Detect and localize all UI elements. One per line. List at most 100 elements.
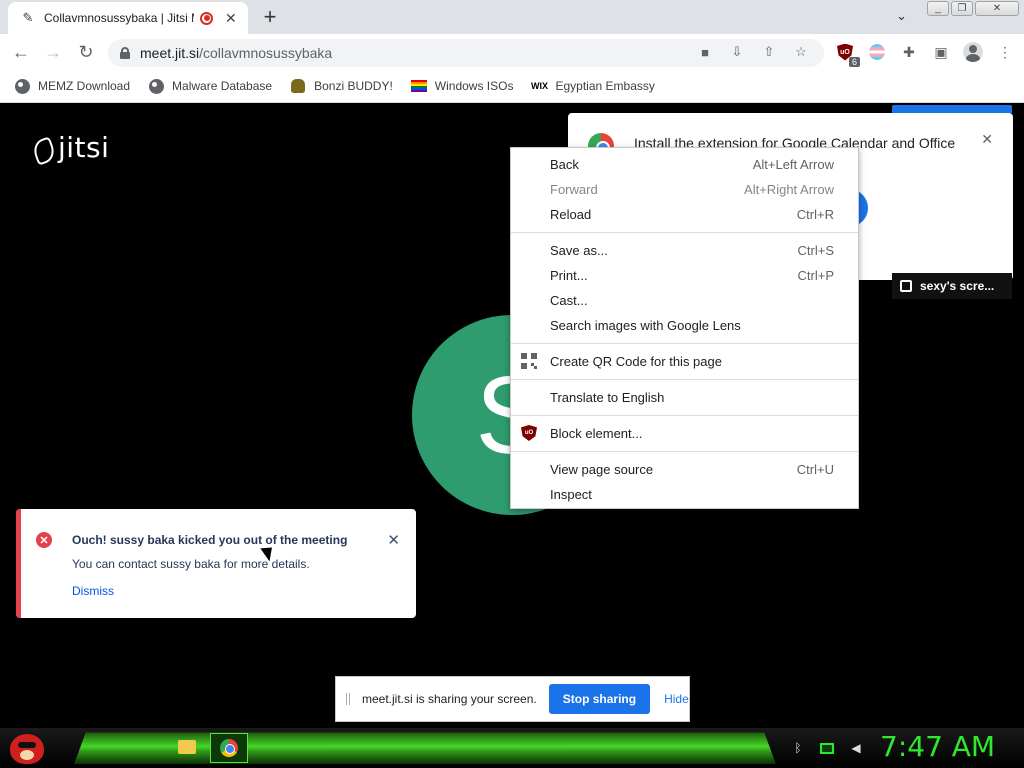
ctx-inspect[interactable]: Inspect — [511, 482, 858, 507]
ctx-shortcut: Ctrl+U — [796, 462, 834, 477]
close-window-button[interactable]: ✕ — [975, 1, 1019, 16]
address-bar[interactable]: meet.jit.si/collavmnosussybaka ■ ⇩ ⇧ ☆ — [108, 39, 824, 67]
chrome-icon — [220, 739, 238, 757]
ctx-reload[interactable]: Reload Ctrl+R — [511, 202, 858, 227]
profile-avatar-icon[interactable] — [962, 41, 984, 63]
screen-share-name: sexy's scre... — [920, 279, 995, 293]
trans-flag-extension-icon[interactable] — [866, 41, 888, 63]
ctx-shortcut: Ctrl+S — [797, 243, 834, 258]
chrome-menu-icon[interactable]: ⋮ — [994, 41, 1016, 63]
globe-icon — [148, 78, 164, 94]
ublock-extension-icon[interactable]: uO 6 — [834, 41, 860, 67]
ublock-badge: 6 — [848, 57, 860, 67]
back-arrow-icon[interactable]: ← — [10, 41, 32, 63]
bluetooth-icon[interactable]: ᛒ — [790, 740, 806, 756]
dismiss-link[interactable]: Dismiss — [72, 584, 114, 598]
ctx-label: Inspect — [550, 487, 592, 502]
bookmark-label: Egyptian Embassy — [555, 79, 655, 93]
kicked-notification: ✕ Ouch! sussy baka kicked you out of the… — [16, 509, 416, 618]
minimize-window-button[interactable]: _ — [927, 1, 949, 16]
stop-sharing-button[interactable]: Stop sharing — [548, 684, 651, 714]
ctx-shortcut: Alt+Left Arrow — [752, 157, 834, 172]
taskbar: ᛒ ◀ 7:47 AM — [0, 728, 1024, 768]
file-explorer-icon[interactable] — [178, 740, 196, 754]
rainbow-flag-icon — [410, 78, 427, 94]
url-text[interactable]: meet.jit.si/collavmnosussybaka — [140, 45, 332, 61]
hide-sharing-bar-button[interactable]: Hide — [664, 692, 689, 706]
tab-search-chevron-icon[interactable]: ⌄ — [896, 8, 907, 24]
screen-share-thumbnail-label[interactable]: sexy's scre... — [892, 273, 1012, 299]
bookmark-windows-isos[interactable]: Windows ISOs — [410, 78, 514, 94]
lock-icon[interactable] — [120, 47, 130, 59]
screen-sharing-bar: meet.jit.si is sharing your screen. Stop… — [335, 676, 690, 722]
extensions-area: uO 6 ✚ ▣ ⋮ — [834, 41, 1016, 67]
tab-active[interactable]: ✎ Collavmnosussybaka | Jitsi Meet ✕ — [8, 2, 248, 34]
bookmark-label: MEMZ Download — [38, 79, 131, 93]
ctx-shortcut: Alt+Right Arrow — [744, 182, 834, 197]
ctx-label: Block element... — [550, 426, 643, 441]
window-controls: _ ❐ ✕ — [927, 1, 1019, 16]
jitsi-page: jitsi S Install the extension for Google… — [0, 103, 1024, 728]
bookmark-label: Bonzi BUDDY! — [314, 79, 393, 93]
bookmark-star-icon[interactable]: ☆ — [792, 43, 810, 61]
ctx-label: Forward — [550, 182, 598, 197]
wix-icon: WIX — [530, 81, 548, 91]
notification-accent-bar — [16, 509, 21, 618]
bonzi-icon — [290, 78, 306, 94]
bookmark-memz[interactable]: MEMZ Download — [14, 78, 130, 94]
notification-description: You can contact sussy baka for more deta… — [72, 557, 310, 571]
ctx-separator — [511, 379, 858, 380]
ctx-save-as[interactable]: Save as... Ctrl+S — [511, 238, 858, 263]
promo-close-icon[interactable]: ✕ — [981, 131, 993, 148]
reload-icon[interactable]: ↻ — [75, 41, 97, 63]
ctx-separator — [511, 343, 858, 344]
tab-strip: ✎ Collavmnosussybaka | Jitsi Meet ✕ + ⌄ … — [0, 0, 1024, 34]
volume-icon[interactable]: ◀ — [848, 740, 864, 756]
network-icon[interactable] — [820, 742, 834, 754]
camera-in-use-icon[interactable]: ■ — [696, 43, 714, 61]
forward-arrow-icon[interactable]: → — [42, 41, 64, 63]
ctx-label: Translate to English — [550, 390, 665, 405]
toolbar-accent — [892, 105, 1012, 113]
ctx-print[interactable]: Print... Ctrl+P — [511, 263, 858, 288]
start-button[interactable] — [8, 730, 48, 766]
ctx-cast[interactable]: Cast... — [511, 288, 858, 313]
bookmark-bonzi-buddy[interactable]: Bonzi BUDDY! — [290, 78, 393, 94]
share-icon[interactable]: ⇧ — [760, 43, 778, 61]
ctx-label: Reload — [550, 207, 592, 222]
new-tab-button[interactable]: + — [258, 5, 282, 29]
qr-code-icon — [521, 353, 537, 369]
ctx-back[interactable]: Back Alt+Left Arrow — [511, 152, 858, 177]
ctx-forward[interactable]: Forward Alt+Right Arrow — [511, 177, 858, 202]
bookmark-egyptian-embassy[interactable]: WIX Egyptian Embassy — [530, 78, 655, 94]
screen-share-icon — [900, 280, 912, 292]
jitsi-logo-text: jitsi — [58, 131, 110, 164]
ctx-view-source[interactable]: View page source Ctrl+U — [511, 457, 858, 482]
browser-chrome: ✎ Collavmnosussybaka | Jitsi Meet ✕ + ⌄ … — [0, 0, 1024, 103]
ctx-block-element[interactable]: uO Block element... — [511, 421, 858, 446]
jitsi-logo[interactable]: jitsi — [32, 131, 109, 164]
bookmark-malware-database[interactable]: Malware Database — [148, 78, 272, 94]
side-panel-icon[interactable]: ▣ — [930, 41, 952, 63]
sharing-status-text: meet.jit.si is sharing your screen. — [362, 692, 537, 706]
tab-close-icon[interactable]: ✕ — [225, 10, 237, 27]
ctx-translate[interactable]: Translate to English — [511, 385, 858, 410]
notification-close-icon[interactable]: ✕ — [387, 531, 400, 549]
install-app-icon[interactable]: ⇩ — [728, 43, 746, 61]
restore-window-button[interactable]: ❐ — [951, 1, 973, 16]
drag-grip-icon[interactable] — [346, 693, 350, 705]
ctx-label: Search images with Google Lens — [550, 318, 741, 333]
ctx-google-lens[interactable]: Search images with Google Lens — [511, 313, 858, 338]
globe-icon — [14, 78, 30, 94]
extensions-puzzle-icon[interactable]: ✚ — [898, 41, 920, 63]
bookmarks-bar: MEMZ Download Malware Database Bonzi BUD… — [0, 70, 1024, 103]
taskbar-chrome-button[interactable] — [210, 733, 248, 763]
taskbar-clock[interactable]: 7:47 AM — [880, 730, 995, 763]
recording-indicator-icon — [200, 11, 213, 25]
ctx-qr-code[interactable]: Create QR Code for this page — [511, 349, 858, 374]
bookmark-label: Windows ISOs — [434, 79, 514, 93]
ctx-shortcut: Ctrl+R — [796, 207, 834, 222]
url-path: /collavmnosussybaka — [199, 45, 333, 61]
context-menu: Back Alt+Left Arrow Forward Alt+Right Arro… — [510, 147, 859, 509]
ctx-label: View page source — [550, 462, 654, 477]
